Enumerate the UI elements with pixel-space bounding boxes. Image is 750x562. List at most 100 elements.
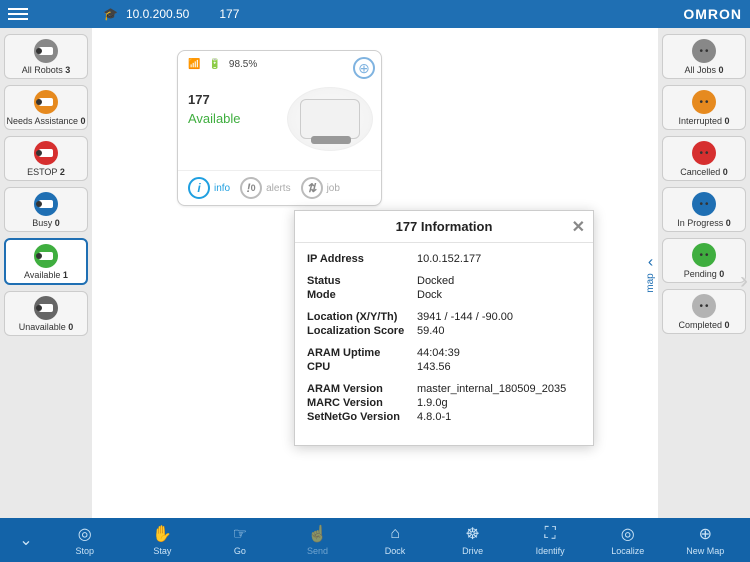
right-sidebar: All Jobs 0 Interrupted 0 Cancelled 0 In Pro…	[658, 28, 750, 518]
job-filter-label: Completed 0	[678, 320, 729, 330]
job-filter-pending[interactable]: Pending 0	[662, 238, 746, 283]
value-ip: 10.0.152.177	[417, 253, 581, 265]
job-filter-label: All Jobs 0	[684, 65, 723, 75]
robot-indicators: 📶 🔋 98.5%	[188, 59, 371, 70]
job-filter-in-progress[interactable]: In Progress 0	[662, 187, 746, 232]
job-filter-cancelled[interactable]: Cancelled 0	[662, 136, 746, 181]
toolbar-new-map[interactable]: ⊕ New Map	[667, 524, 745, 556]
filter-unavailable[interactable]: Unavailable 0	[4, 291, 88, 336]
toolbar-stop[interactable]: ◎ Stop	[46, 524, 124, 556]
server-ip: 10.0.200.50	[126, 7, 189, 21]
filter-icon	[34, 244, 58, 268]
info-dialog: 177 Information ✕ IP Address10.0.152.177…	[294, 210, 594, 446]
job-filter-icon	[692, 294, 716, 318]
identify-icon: ⛶	[540, 524, 560, 544]
label-ip: IP Address	[307, 253, 417, 265]
toolbar-label: Localize	[611, 546, 644, 556]
job-filter-label: Cancelled 0	[680, 167, 728, 177]
job-filter-completed[interactable]: Completed 0	[662, 289, 746, 334]
filter-icon	[34, 141, 58, 165]
robot-image	[287, 87, 373, 151]
toolbar-collapse-icon[interactable]: ⌄	[6, 530, 46, 550]
value-status: Docked	[417, 275, 581, 287]
map-canvas: 📶 🔋 98.5% ⊕ 177 Available iinfo !0 a	[92, 28, 658, 518]
filter-icon	[34, 296, 58, 320]
left-sidebar: All Robots 3 Needs Assistance 0 ESTOP 2 Bus…	[0, 28, 92, 518]
toolbar-identify[interactable]: ⛶ Identify	[511, 524, 589, 556]
signal-icon: 📶	[188, 59, 200, 70]
filter-label: All Robots 3	[22, 65, 71, 75]
menu-icon[interactable]	[8, 8, 38, 20]
app-header: 🎓 10.0.200.50 177 OMRON	[0, 0, 750, 28]
toolbar-dock[interactable]: ⌂ Dock	[356, 524, 434, 556]
label-sng-version: SetNetGo Version	[307, 411, 417, 423]
job-filter-icon	[692, 192, 716, 216]
job-filter-icon	[692, 90, 716, 114]
battery-percent: 98.5%	[229, 59, 257, 70]
filter-icon	[34, 39, 58, 63]
value-mode: Dock	[417, 289, 581, 301]
toolbar-label: Identify	[536, 546, 565, 556]
filter-label: ESTOP 2	[27, 167, 65, 177]
toolbar-label: Dock	[385, 546, 406, 556]
battery-icon: 🔋	[208, 59, 220, 70]
close-icon[interactable]: ✕	[572, 217, 585, 237]
localize-icon: ◎	[618, 524, 638, 544]
tab-job[interactable]: ⇅job	[301, 177, 340, 199]
filter-icon	[34, 192, 58, 216]
filter-available[interactable]: Available 1	[4, 238, 88, 285]
header-robot-id: 177	[219, 7, 239, 21]
drive-icon: ☸	[463, 524, 483, 544]
value-sng-version: 4.8.0-1	[417, 411, 581, 423]
dock-icon: ⌂	[385, 524, 405, 544]
filter-busy[interactable]: Busy 0	[4, 187, 88, 232]
job-filter-icon	[692, 141, 716, 165]
label-mode: Mode	[307, 289, 417, 301]
toolbar-stay[interactable]: ✋ Stay	[124, 524, 202, 556]
label-uptime: ARAM Uptime	[307, 347, 417, 359]
toolbar-send: ☝ Send	[279, 524, 357, 556]
send-icon: ☝	[307, 524, 327, 544]
tab-alerts[interactable]: !0 alerts	[240, 177, 290, 199]
label-status: Status	[307, 275, 417, 287]
job-filter-icon	[692, 243, 716, 267]
filter-estop[interactable]: ESTOP 2	[4, 136, 88, 181]
connection-icon: 🎓	[103, 7, 118, 21]
filter-all-robots[interactable]: All Robots 3	[4, 34, 88, 79]
tab-info[interactable]: iinfo	[188, 177, 230, 199]
value-cpu: 143.56	[417, 361, 581, 373]
toolbar-label: Stay	[153, 546, 171, 556]
expand-right-icon[interactable]: ›	[740, 267, 748, 295]
globe-icon[interactable]: ⊕	[353, 57, 375, 79]
label-location: Location (X/Y/Th)	[307, 311, 417, 323]
job-filter-label: Interrupted 0	[678, 116, 729, 126]
stay-icon: ✋	[152, 524, 172, 544]
brand-logo: OMRON	[683, 6, 742, 22]
toolbar-go[interactable]: ☞Go	[201, 524, 279, 556]
job-filter-label: Pending 0	[684, 269, 725, 279]
toolbar-label: Stop	[76, 546, 95, 556]
label-locscore: Localization Score	[307, 325, 417, 337]
value-marc-version: 1.9.0g	[417, 397, 581, 409]
robot-card[interactable]: 📶 🔋 98.5% ⊕ 177 Available iinfo !0 a	[177, 50, 382, 206]
value-location: 3941 / -144 / -90.00	[417, 311, 581, 323]
label-cpu: CPU	[307, 361, 417, 373]
label-aram-version: ARAM Version	[307, 383, 417, 395]
toolbar-localize[interactable]: ◎ Localize	[589, 524, 667, 556]
job-filter-label: In Progress 0	[677, 218, 731, 228]
toolbar-label: New Map	[686, 546, 724, 556]
toolbar-drive[interactable]: ☸Drive	[434, 524, 512, 556]
bottom-toolbar: ⌄ ◎ Stop ✋ Stay ☞Go ☝ Send ⌂ Dock ☸Drive ⛶ Identify…	[0, 518, 750, 562]
dialog-title: 177 Information	[396, 219, 493, 234]
filter-label: Available 1	[24, 270, 68, 280]
job-filter-all-jobs[interactable]: All Jobs 0	[662, 34, 746, 79]
toolbar-label: Send	[307, 546, 328, 556]
job-filter-icon	[692, 39, 716, 63]
map-tab[interactable]: ‹ map	[643, 249, 658, 296]
filter-label: Busy 0	[32, 218, 60, 228]
new map-icon: ⊕	[695, 524, 715, 544]
stop-icon: ◎	[75, 524, 95, 544]
job-filter-interrupted[interactable]: Interrupted 0	[662, 85, 746, 130]
filter-label: Needs Assistance 0	[6, 116, 85, 126]
filter-needs-assistance[interactable]: Needs Assistance 0	[4, 85, 88, 130]
